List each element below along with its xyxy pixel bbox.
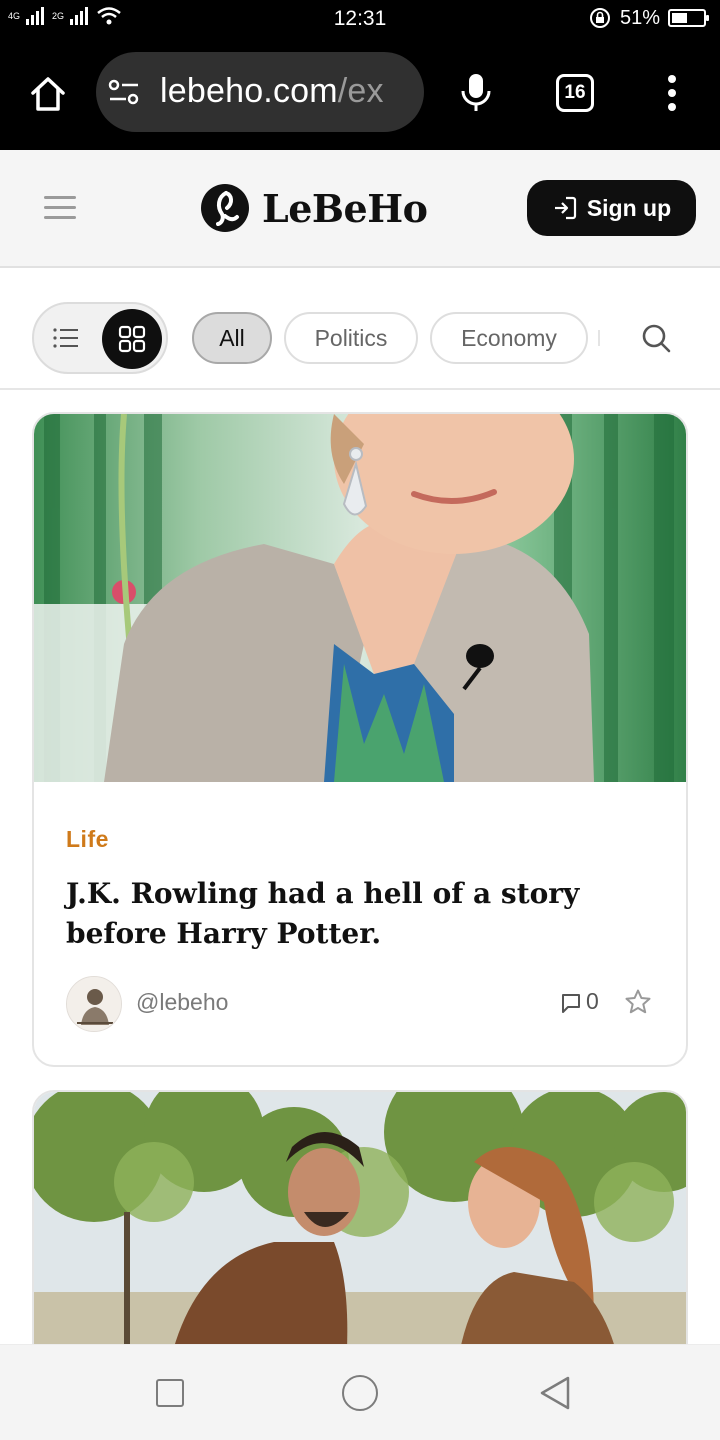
article-category[interactable]: Life bbox=[66, 826, 109, 853]
site-header: LeBeHo Sign up bbox=[0, 150, 720, 268]
status-right: 51% bbox=[588, 6, 709, 30]
category-chip-all[interactable]: All bbox=[192, 312, 272, 364]
battery-percent: 51% bbox=[619, 6, 660, 29]
status-bar: 4G 2G 12:31 51% bbox=[0, 0, 720, 38]
tab-switcher-button[interactable]: 16 bbox=[556, 74, 594, 112]
home-button[interactable] bbox=[342, 1375, 378, 1411]
more-vert-icon[interactable] bbox=[662, 74, 682, 112]
rotation-lock-icon bbox=[589, 8, 610, 28]
logo-mark-icon bbox=[201, 184, 249, 232]
battery-icon bbox=[668, 9, 709, 27]
url-path: /ex bbox=[337, 72, 384, 110]
battery-tip bbox=[706, 15, 709, 21]
article-photo bbox=[34, 414, 686, 782]
avatar-illustration bbox=[67, 977, 121, 1031]
filter-bar: All Politics Economy bbox=[0, 270, 720, 390]
brand-name: LeBeHo bbox=[262, 185, 428, 231]
mic-icon[interactable] bbox=[458, 72, 494, 112]
signup-button[interactable]: Sign up bbox=[527, 180, 696, 236]
article-image[interactable] bbox=[34, 414, 686, 782]
list-icon[interactable] bbox=[52, 325, 80, 351]
chip-overflow-edge bbox=[598, 330, 600, 346]
recents-button[interactable] bbox=[156, 1379, 184, 1407]
home-icon[interactable] bbox=[28, 74, 68, 114]
address-bar[interactable]: lebeho.com/ex bbox=[96, 52, 424, 132]
article-body: Life J.K. Rowling had a hell of a story … bbox=[34, 782, 686, 1065]
back-icon[interactable] bbox=[538, 1375, 572, 1411]
comment-icon[interactable] bbox=[560, 992, 582, 1014]
grid-view-button[interactable] bbox=[102, 309, 162, 369]
article-title[interactable]: J.K. Rowling had a hell of a story befor… bbox=[66, 874, 656, 954]
login-icon bbox=[554, 196, 576, 220]
url-host: lebeho.com bbox=[160, 72, 338, 110]
article-card[interactable]: Life J.K. Rowling had a hell of a story … bbox=[32, 412, 688, 1067]
view-toggle bbox=[32, 302, 168, 374]
search-icon[interactable] bbox=[640, 322, 672, 354]
url-text[interactable]: lebeho.com/ex bbox=[160, 72, 384, 111]
author-handle[interactable]: @lebeho bbox=[136, 989, 228, 1016]
hamburger-icon[interactable] bbox=[44, 194, 76, 222]
grid-icon bbox=[118, 325, 146, 353]
browser-toolbar: lebeho.com/ex 16 bbox=[0, 38, 720, 150]
comment-count: 0 bbox=[586, 988, 599, 1014]
category-chip-politics[interactable]: Politics bbox=[284, 312, 418, 364]
system-nav-bar bbox=[0, 1344, 720, 1440]
star-icon[interactable] bbox=[624, 988, 652, 1016]
category-chip-economy[interactable]: Economy bbox=[430, 312, 588, 364]
signup-label: Sign up bbox=[586, 194, 672, 221]
tune-icon[interactable] bbox=[108, 78, 140, 106]
site-logo[interactable]: LeBeHo bbox=[200, 183, 428, 233]
avatar[interactable] bbox=[66, 976, 122, 1032]
battery-level bbox=[672, 13, 687, 23]
